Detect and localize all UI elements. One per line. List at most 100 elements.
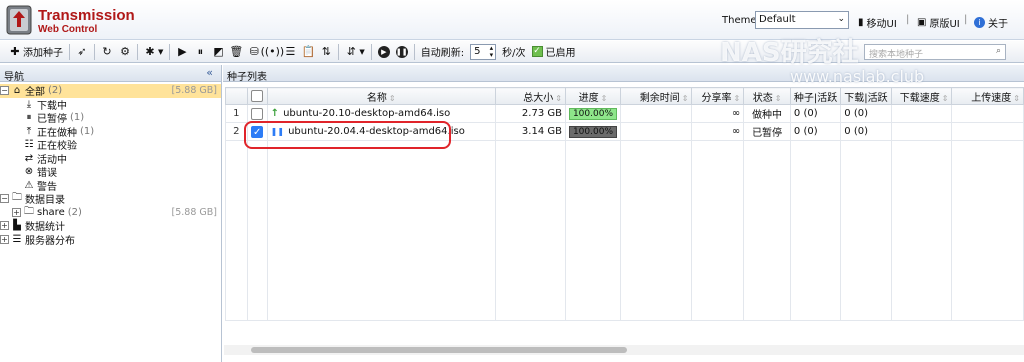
column-header-name[interactable]: 名称 ⇕ [266,87,496,105]
download-speed [890,122,953,141]
tree-expand-icon[interactable]: + [0,234,9,244]
sort-icon: ⇕ [388,93,396,103]
refresh-interval-input[interactable]: 5 ▴ ▾ [470,43,497,60]
recheck-icon: ◩ [213,44,224,58]
nav-item-servers[interactable]: + ☰ 服务器分布 [0,233,221,247]
empty-cell [951,140,1024,321]
column-header-status[interactable]: 状态 ⇕ [743,87,791,105]
column-header-ratio[interactable]: 分享率 ⇕ [691,87,745,105]
empty-cell [691,140,745,321]
select-all-checkbox[interactable] [246,87,268,105]
nav-item-seeding[interactable]: ⤒ 正在做种 (1) [0,125,221,139]
toolbar-divider [338,43,340,60]
pause-button[interactable]: ⏸ [191,43,209,61]
empty-cell [266,140,496,321]
theme-select[interactable]: Default ⌄ [755,11,849,29]
about-link[interactable]: i 关于 [974,15,1008,30]
rename-button[interactable]: ☰ [281,43,299,61]
nav-item-warning[interactable]: ⚠ 警告 [0,179,221,193]
nav-title: 导航 [4,72,24,83]
spinner-arrows-icon[interactable]: ▴ ▾ [490,44,494,59]
home-icon: ⌂ [13,85,21,97]
tree-expand-icon[interactable]: + [12,207,21,217]
horizontal-scrollbar[interactable] [224,345,1024,355]
column-header-download-speed[interactable]: 下载速度 ⇕ [890,87,953,105]
nav-item-all[interactable]: − ⌂ 全部 (2) [5.88 GB] [0,84,221,98]
nav-item-size: [5.88 GB] [171,206,217,218]
nav-item-checking[interactable]: ☷ 正在校验 [0,138,221,152]
checkbox-checked-icon: ✓ [531,46,543,57]
nav-item-share[interactable]: + 🗀 share (2) [5.88 GB] [0,206,221,220]
nav-item-downloading[interactable]: ⤓ 下载中 [0,98,221,112]
nav-item-error[interactable]: ⊗ 错误 [0,165,221,179]
tree-collapse-icon[interactable]: − [0,194,9,204]
progress-cell: 100.00% [564,104,621,123]
torrent-name-cell[interactable]: ↑ ubuntu-20.10-desktop-amd64.iso [266,104,496,123]
transmission-logo [6,5,32,35]
column-header-seeds[interactable]: 种子|活跃 [789,87,842,105]
original-ui-link[interactable]: ▣ 原版UI [917,15,960,30]
sort-icon: ⇕ [733,93,741,103]
nav-item-statistics[interactable]: + ▙ 数据统计 [0,219,221,233]
checkbox[interactable] [251,107,264,120]
collapse-icon[interactable]: « [206,66,213,79]
progress-bar: 100.00% [568,107,617,120]
start-all-button[interactable]: ➶ [73,43,91,61]
copy-button[interactable]: 📋 [299,43,317,61]
torrent-status: 做种中 [743,104,791,123]
nav-item-count: (2) [48,85,63,97]
auto-refresh-toggle[interactable]: ✓ 已启用 [529,43,579,61]
seeds-active: 0 (0) [789,104,842,123]
tree-expand-icon[interactable]: + [0,221,9,231]
tree-collapse-icon[interactable]: − [0,86,9,96]
seeds-active: 0 (0) [789,122,842,141]
share-ratio: ∞ [691,122,745,141]
column-header-peers[interactable]: 下载|活跃 [840,87,892,105]
download-speed [890,104,953,123]
column-header-size[interactable]: 总大小 ⇕ [494,87,566,105]
row-checkbox[interactable] [246,104,268,123]
column-header-index [225,87,248,105]
column-header-progress[interactable]: 进度 ⇕ [564,87,621,105]
plugins-button[interactable]: ✱ ▼ [141,43,166,61]
sort-icon: ⇕ [1013,93,1020,103]
app-header: Transmission Web Control Theme: Default ⌄… [0,0,1024,40]
add-torrent-button[interactable]: ✚ 添加种子 [6,43,66,61]
nav-item-active[interactable]: ⇄ 活动中 [0,152,221,166]
settings-button[interactable]: ⚙ [116,43,134,61]
mobile-ui-label: 移动UI [866,19,897,30]
mobile-ui-link[interactable]: ▮ 移动UI [858,15,897,30]
move-button[interactable]: ⇅ [317,43,335,61]
pause-circle-icon: ⏸ [26,112,32,124]
nav-item-count: (2) [67,206,82,218]
about-label: 关于 [988,19,1008,30]
peers-active: 0 (0) [840,122,892,141]
search-input[interactable]: 搜索本地种子 ⌕ [864,44,1006,60]
checkbox[interactable] [251,90,264,102]
recheck-button[interactable]: ◩ [209,43,227,61]
column-label: 下载速度 [899,92,940,104]
column-header-remaining[interactable]: 剩余时间 ⇕ [619,87,693,105]
remove-button[interactable]: 🗑 [227,43,245,61]
start-all-circle-button[interactable]: ▶ [375,43,393,61]
announce-button[interactable]: ((•)) [261,43,285,61]
torrent-list-panel: 种子列表 名称 ⇕ 总大小 ⇕ 进度 ⇕ 剩余时间 ⇕ 分享率 ⇕ 状态 ⇕ 种子|活跃 下… [223,65,1024,362]
toolbar-divider [69,43,70,60]
start-button[interactable]: ▶ [173,43,191,61]
pause-all-circle-button[interactable]: ❚❚ [393,43,411,61]
column-header-upload-speed[interactable]: 上传速度 ⇕ [951,87,1024,105]
bar-chart-icon: ▙ [13,220,21,232]
scrollbar-thumb[interactable] [251,347,627,353]
search-placeholder: 搜索本地种子 [869,50,924,60]
refresh-button[interactable]: ↻ [98,43,116,61]
nav-item-paused[interactable]: ⏸ 已暂停 (1) [0,111,221,125]
window-icon: ▣ [917,17,927,28]
watermark-text: NAS研究社 [720,38,859,68]
sort-button[interactable]: ⇵ ▼ [342,43,367,61]
table-row[interactable]: 1 ↑ ubuntu-20.10-desktop-amd64.iso 2.73 G… [225,104,1024,123]
sort-arrows-icon: ⇵ [346,44,356,58]
annotation-highlight [244,121,451,149]
empty-cell [890,140,953,321]
toolbar-divider [413,43,415,60]
upload-icon: ⤒ [26,125,32,137]
